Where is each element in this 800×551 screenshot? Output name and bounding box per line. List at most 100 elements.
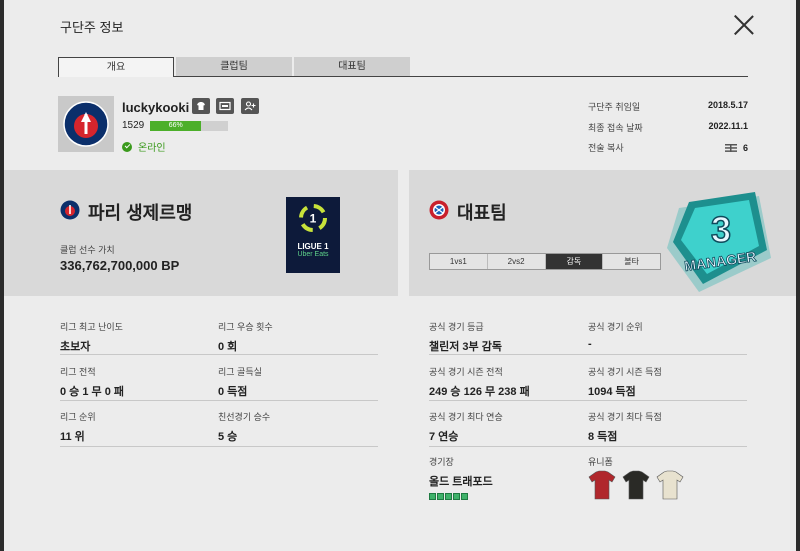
stat-season-record: 공식 경기 시즌 전적 249 승 126 무 238 패 bbox=[429, 365, 530, 399]
stat-label: 경기장 bbox=[429, 457, 454, 467]
stat-league-rank: 리그 순위 11 위 bbox=[60, 410, 96, 444]
stat-official-rank: 공식 경기 순위 - bbox=[588, 320, 643, 350]
stat-label: 공식 경기 시즌 득점 bbox=[588, 367, 662, 377]
stat-label: 리그 전적 bbox=[60, 367, 96, 377]
stat-label: 공식 경기 등급 bbox=[429, 322, 484, 332]
stat-friendly-wins: 친선경기 승수 5 승 bbox=[218, 410, 270, 444]
mode-tab-volta[interactable]: 볼타 bbox=[603, 254, 660, 269]
stat-label: 공식 경기 최다 득점 bbox=[588, 412, 662, 422]
info-label: 최종 접속 날짜 bbox=[588, 123, 643, 133]
stat-label: 리그 순위 bbox=[60, 412, 96, 422]
stat-value: 11 위 bbox=[60, 431, 85, 443]
info-row-tactic-copy: 전술 복사 6 bbox=[588, 141, 748, 154]
stadium-name: 올드 트래포드 bbox=[429, 476, 493, 488]
username: luckykooki bbox=[122, 100, 190, 115]
rating-star-icon bbox=[437, 493, 444, 500]
card-icon[interactable] bbox=[216, 98, 234, 114]
stat-max-goals: 공식 경기 최다 득점 8 득점 bbox=[588, 410, 662, 444]
badge-number: 3 bbox=[711, 209, 731, 250]
rating-star-icon bbox=[461, 493, 468, 500]
stat-label: 리그 골득실 bbox=[218, 367, 262, 377]
mode-tab-manager[interactable]: 감독 bbox=[545, 254, 604, 269]
close-icon[interactable] bbox=[733, 14, 755, 36]
stat-label: 공식 경기 순위 bbox=[588, 322, 643, 332]
divider bbox=[60, 446, 378, 447]
stat-win-streak: 공식 경기 최다 연승 7 연승 bbox=[429, 410, 503, 444]
stat-value: 1094 득점 bbox=[588, 386, 636, 398]
club-name: 파리 생제르맹 bbox=[88, 203, 193, 223]
window-title: 구단주 정보 bbox=[60, 20, 124, 35]
stat-value: 챌린저 3부 감독 bbox=[429, 341, 502, 353]
divider bbox=[60, 354, 378, 355]
national-team-title: 대표팀 bbox=[457, 203, 507, 223]
check-icon bbox=[122, 141, 132, 152]
stat-league-titles: 리그 우승 횟수 0 회 bbox=[218, 320, 273, 354]
stat-label: 유니폼 bbox=[588, 457, 613, 467]
owner-info-panel: 구단주 정보 개요 클럽팀 대표팀 luckykooki 1529 66% 온라… bbox=[4, 0, 796, 551]
tab-club-team[interactable]: 클럽팀 bbox=[176, 57, 292, 76]
psg-crest-icon bbox=[63, 101, 109, 147]
info-value: 2018.5.17 bbox=[707, 100, 748, 110]
club-value-label: 클럽 선수 가치 bbox=[60, 245, 115, 255]
jersey-icon[interactable] bbox=[656, 470, 684, 500]
tab-bar: 개요 클럽팀 대표팀 bbox=[58, 57, 748, 77]
mode-tab-1vs1[interactable]: 1vs1 bbox=[430, 254, 488, 269]
ligue1-mark-icon: 1 bbox=[299, 204, 327, 232]
stat-label: 리그 최고 난이도 bbox=[60, 322, 123, 332]
mode-tabs: 1vs1 2vs2 감독 볼타 bbox=[429, 253, 661, 270]
tactic-icon bbox=[724, 143, 737, 152]
stat-label: 공식 경기 시즌 전적 bbox=[429, 367, 503, 377]
divider bbox=[429, 400, 747, 401]
uniform: 유니폼 bbox=[588, 455, 613, 468]
league-logo-line2: Uber Eats bbox=[297, 251, 329, 258]
stat-value: 0 회 bbox=[218, 341, 238, 353]
rating-star-icon bbox=[429, 493, 436, 500]
stat-value: 7 연승 bbox=[429, 431, 459, 443]
add-friend-icon[interactable] bbox=[241, 98, 259, 114]
league-logo-line1: LIGUE 1 bbox=[297, 242, 329, 251]
info-label: 구단주 취임일 bbox=[588, 102, 641, 112]
tab-national-team[interactable]: 대표팀 bbox=[294, 57, 410, 76]
mode-tab-2vs2[interactable]: 2vs2 bbox=[488, 254, 546, 269]
stat-league-difficulty: 리그 최고 난이도 초보자 bbox=[60, 320, 123, 354]
stat-value: 249 승 126 무 238 패 bbox=[429, 386, 530, 398]
rating-star-icon bbox=[453, 493, 460, 500]
online-status-label: 온라인 bbox=[138, 143, 166, 154]
stat-value: 0 득점 bbox=[218, 386, 248, 398]
info-value: 2022.11.1 bbox=[708, 121, 748, 131]
stat-value: 초보자 bbox=[60, 341, 91, 353]
level-progress-bar: 66% bbox=[150, 121, 228, 131]
rating-star-icon bbox=[445, 493, 452, 500]
club-value: 336,762,700,000 BP bbox=[60, 258, 180, 273]
stat-official-grade: 공식 경기 등급 챌린저 3부 감독 bbox=[429, 320, 502, 354]
info-value: 6 bbox=[742, 142, 748, 153]
tab-overview[interactable]: 개요 bbox=[58, 57, 174, 77]
stat-value: 8 득점 bbox=[588, 431, 618, 443]
owner-level: 1529 bbox=[122, 120, 145, 131]
jersey-icon[interactable] bbox=[588, 470, 616, 500]
info-row-join-date: 구단주 취임일 2018.5.17 bbox=[588, 100, 748, 113]
stat-label: 친선경기 승수 bbox=[218, 412, 271, 422]
stat-season-goals: 공식 경기 시즌 득점 1094 득점 bbox=[588, 365, 662, 399]
stadium-rating bbox=[429, 493, 493, 500]
level-progress-fill: 66% bbox=[150, 121, 202, 131]
stat-league-goals: 리그 골득실 0 득점 bbox=[218, 365, 262, 399]
stadium: 경기장 올드 트래포드 bbox=[429, 455, 493, 500]
stat-label: 공식 경기 최다 연승 bbox=[429, 412, 503, 422]
divider bbox=[429, 354, 747, 355]
divider bbox=[429, 446, 747, 447]
stat-value: 0 승 1 무 0 패 bbox=[60, 386, 124, 398]
jersey-icon[interactable] bbox=[622, 470, 650, 500]
divider bbox=[60, 400, 378, 401]
club-emblem bbox=[58, 96, 114, 152]
shirt-icon[interactable] bbox=[192, 98, 210, 114]
stat-label: 리그 우승 횟수 bbox=[218, 322, 273, 332]
svg-text:1: 1 bbox=[310, 212, 317, 226]
psg-crest-icon bbox=[60, 200, 80, 220]
stat-league-record: 리그 전적 0 승 1 무 0 패 bbox=[60, 365, 124, 399]
manager-rank-badge-icon: 3 MANAGER bbox=[667, 192, 771, 292]
stat-value: - bbox=[588, 338, 592, 350]
online-status: 온라인 bbox=[122, 139, 166, 154]
league-logo: 1 LIGUE 1 Uber Eats bbox=[286, 197, 340, 273]
stat-value: 5 승 bbox=[218, 431, 238, 443]
